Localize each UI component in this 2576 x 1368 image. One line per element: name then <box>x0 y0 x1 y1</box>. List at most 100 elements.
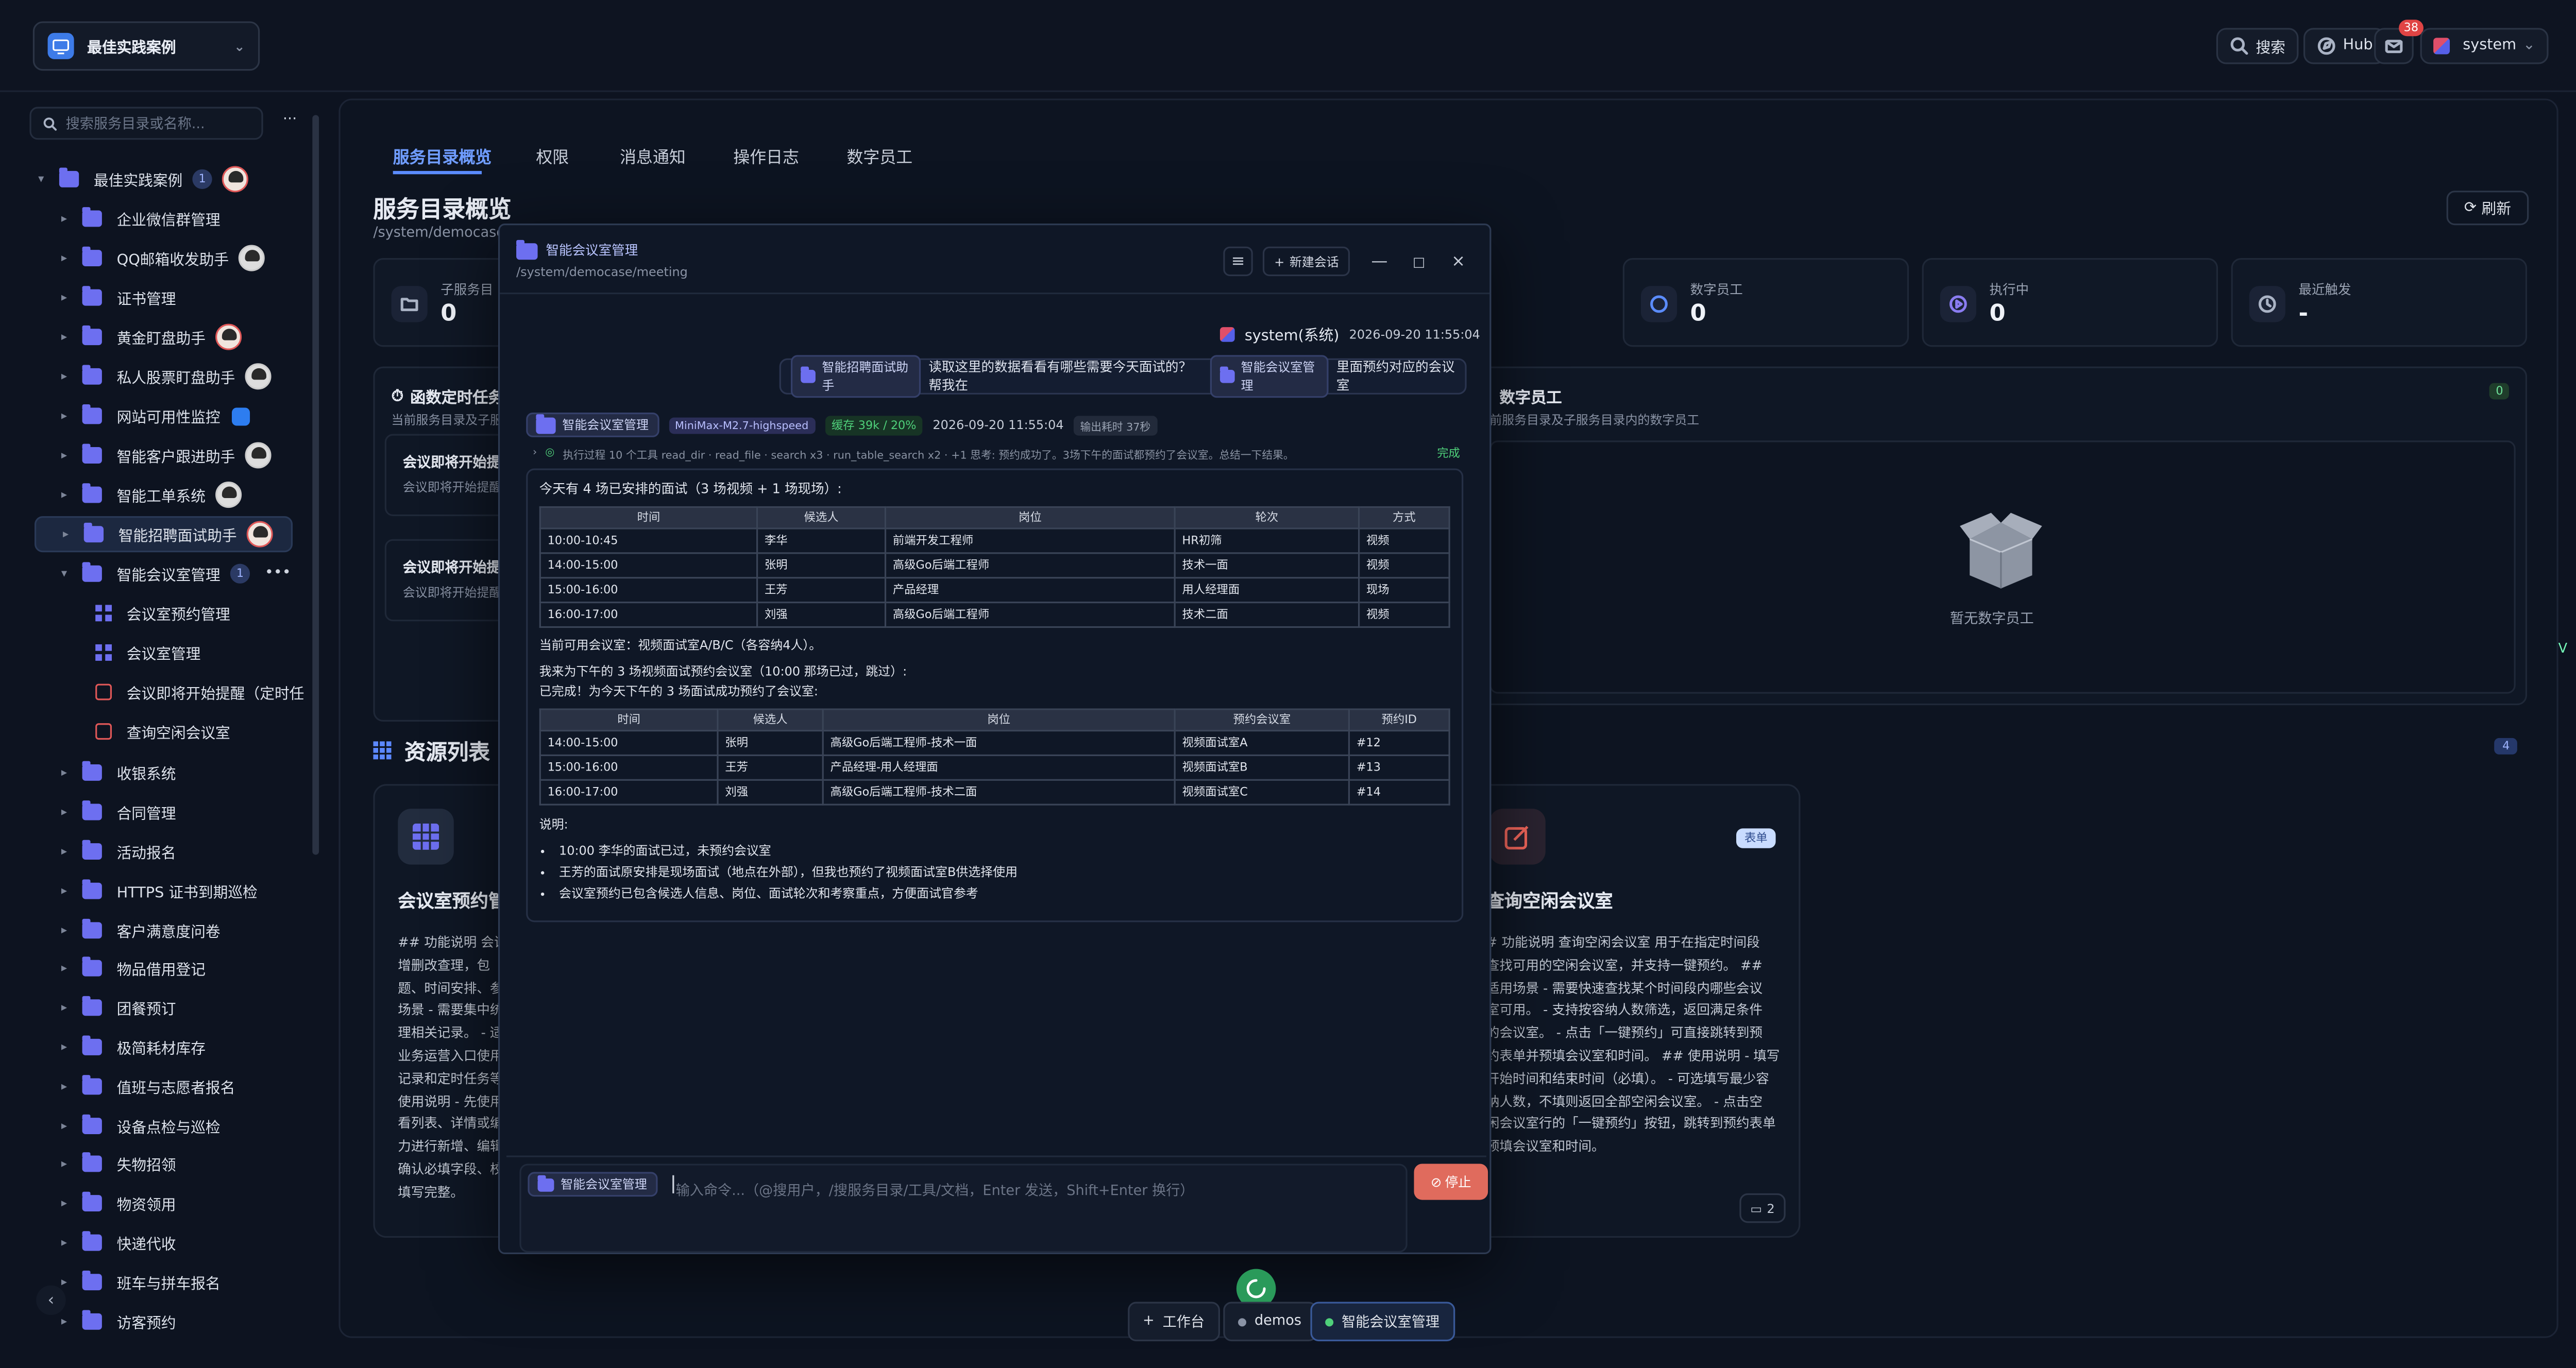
comments-button[interactable]: ▭ 2 <box>1739 1193 1786 1223</box>
tree-item[interactable]: ▸ QQ邮箱收发助手 <box>56 240 316 276</box>
assistant-chip: 智能会议室管理 <box>526 413 659 437</box>
refresh-button[interactable]: ⟳ 刷新 <box>2446 191 2529 226</box>
table-row: 16:00-17:00 刘强 高级Go后端工程师-技术二面 视频面试室C #14 <box>539 779 1450 806</box>
search-icon <box>2230 37 2248 55</box>
tab-permissions[interactable]: 权限 <box>536 143 569 167</box>
sidebar-search-input[interactable]: 搜索服务目录或名称... <box>29 107 263 140</box>
staff-panel-title: 数字员工 <box>1499 389 1562 408</box>
chat-window-title-row: 智能会议室管理 <box>516 239 638 260</box>
dock-workbench[interactable]: + 工作台 <box>1128 1302 1219 1342</box>
workspace-select[interactable]: 最佳实践案例 ⌄ <box>32 21 260 71</box>
tree-item[interactable]: ▸ 值班与志愿者报名 <box>56 1068 316 1104</box>
tree-item[interactable]: ▸ HTTPS 证书到期巡检 <box>56 873 316 909</box>
stat-label: 执行中 <box>1989 282 2029 298</box>
tree-item[interactable]: ▸ 活动报名 <box>56 833 316 869</box>
tab-digital-staff[interactable]: 数字员工 <box>847 143 913 167</box>
tree-root[interactable]: ▾ 最佳实践案例 1 <box>33 161 293 197</box>
close-button[interactable]: × <box>1444 247 1473 276</box>
tree-child[interactable]: 会议即将开始提醒（定时任 <box>95 674 319 710</box>
folder-icon <box>82 1231 102 1251</box>
table-icon <box>95 605 112 622</box>
tree-item[interactable]: ▸ 私人股票盯盘助手 <box>56 358 316 395</box>
folder-icon <box>82 562 102 582</box>
tree-item-label: 智能招聘面试助手 <box>118 528 237 545</box>
resource-card[interactable]: 表单 查询空闲会议室 # 功能说明 查询空闲会议室 用于在指定时间段 查找可用的… <box>1475 784 1801 1238</box>
tree-item[interactable]: ▸ 快递代收 <box>56 1225 316 1261</box>
tree-item[interactable]: ▸ 失物招领 <box>56 1145 316 1182</box>
tree-item-label: 设备点检与巡检 <box>116 1120 221 1137</box>
chat-input[interactable]: 智能会议室管理 输入命令...（@搜用户，/搜服务目录/工具/文档，Enter … <box>519 1164 1408 1253</box>
tree-child-label: 会议室预约管理 <box>126 607 230 624</box>
tree-item[interactable]: ▸ 证书管理 <box>56 280 316 316</box>
page-path: /system/democase/ <box>373 225 510 242</box>
tree-child[interactable]: 会议室预约管理 <box>95 595 319 631</box>
stop-button[interactable]: ⊘ 停止 <box>1414 1164 1488 1200</box>
available-rooms-text: 当前可用会议室：视频面试室A/B/C（各容纳4人）。 <box>539 638 822 653</box>
new-chat-button[interactable]: + 新建会话 <box>1262 246 1351 277</box>
table-row: 10:00-10:45 李华 前端开发工程师 HR初筛 视频 <box>539 527 1450 554</box>
tree-child[interactable]: 会议室管理 <box>95 635 319 671</box>
execution-summary[interactable]: › ◎ 执行过程 10 个工具 read_dir · read_file · s… <box>533 446 1463 462</box>
tree-item[interactable]: ▸ 班车与拼车报名 <box>56 1264 316 1300</box>
user-message-header: system(系统) 2026-09-20 11:55:04 <box>1219 324 1480 345</box>
stat-value: - <box>2298 301 2308 328</box>
tree-item[interactable]: ▸ 收银系统 <box>56 755 316 791</box>
tree-item[interactable]: ▸ 设备点检与巡检 <box>56 1108 316 1144</box>
devtools-toggle[interactable]: V <box>2558 641 2576 668</box>
chevron-down-icon: ⌄ <box>234 38 245 54</box>
tree-item-open[interactable]: ▾ 智能会议室管理 1 ••• <box>56 556 319 592</box>
table-cell: 产品经理 <box>884 577 1176 604</box>
tree-item[interactable]: ▸ 黄金盯盘助手 <box>56 319 316 355</box>
minimize-button[interactable]: — <box>1365 247 1394 276</box>
table-header: 方式 <box>1358 506 1450 529</box>
table-cell: 15:00-16:00 <box>539 577 758 604</box>
tree-child[interactable]: 查询空闲会议室 <box>95 713 319 749</box>
folder-icon <box>82 1035 102 1055</box>
tree-item[interactable]: ▸ 物品借用登记 <box>56 950 316 986</box>
tree-item[interactable]: ▸ 团餐预订 <box>56 989 316 1025</box>
sidebar-scrollbar[interactable] <box>312 115 319 855</box>
refresh-label: 刷新 <box>2481 202 2512 219</box>
tree-item-label: 私人股票盯盘助手 <box>116 370 235 387</box>
tab-overview[interactable]: 服务目录概览 <box>393 143 492 167</box>
folder-icon <box>82 1191 102 1211</box>
context-chip[interactable]: 智能会议室管理 <box>528 1172 657 1197</box>
tree-item[interactable]: ▸ 智能工单系统 <box>56 476 316 512</box>
table-cell: 刘强 <box>717 779 824 806</box>
catalog-mention-chip[interactable]: 智能会议室管理 <box>1210 355 1328 398</box>
new-chat-label: 新建会话 <box>1289 254 1339 269</box>
tab-notifications[interactable]: 消息通知 <box>620 143 686 167</box>
folder-icon <box>82 1075 102 1095</box>
tree-item[interactable]: ▸ 网站可用性监控 <box>56 398 316 434</box>
assistant-answer: 今天有 4 场已安排的面试（3 场视频 + 1 场现场）: 时间 候选人 岗位 … <box>526 468 1464 922</box>
status-dot <box>1325 1317 1334 1326</box>
tree-item[interactable]: ▸ 物资领用 <box>56 1185 316 1221</box>
avatar <box>245 363 272 390</box>
maximize-button[interactable]: □ <box>1404 247 1433 276</box>
more-options-button[interactable]: ··· <box>283 112 297 128</box>
avatar <box>245 442 272 469</box>
tree-item-selected[interactable]: ▸ 智能招聘面试助手 <box>35 516 293 553</box>
catalog-mention-chip[interactable]: 智能招聘面试助手 <box>791 355 921 398</box>
dock-demos[interactable]: demos <box>1223 1302 1316 1342</box>
more-icon[interactable]: ••• <box>265 566 291 582</box>
timer-panel-header: ⏱ 函数定时任务 <box>392 385 504 408</box>
tab-operation-log[interactable]: 操作日志 <box>733 143 799 167</box>
history-menu-button[interactable]: ≡ <box>1223 246 1253 277</box>
resource-list-header: 资源列表 <box>373 735 490 766</box>
tree-item[interactable]: ▸ 企业微信群管理 <box>56 200 316 236</box>
user-menu[interactable]: system ⌄ <box>2420 28 2549 64</box>
tree-item[interactable]: ▸ 访客预约 <box>56 1304 316 1340</box>
edit-form-icon <box>1489 809 1546 865</box>
dock-current-window[interactable]: 智能会议室管理 <box>1310 1302 1454 1342</box>
collapse-sidebar-button[interactable]: ‹ <box>36 1285 66 1315</box>
tree-item[interactable]: ▸ 智能客户跟进助手 <box>56 437 316 473</box>
tree-item[interactable]: ▸ 客户满意度问卷 <box>56 912 316 948</box>
tree-item[interactable]: ▸ 合同管理 <box>56 794 316 830</box>
count-badge: 1 <box>192 169 212 189</box>
search-button[interactable]: 搜索 <box>2216 28 2299 64</box>
tree-item[interactable]: ▸ 极简耗材库存 <box>56 1029 316 1065</box>
hub-button[interactable]: Hub <box>2303 28 2386 64</box>
timer-panel-title: 函数定时任务 <box>410 389 504 408</box>
table-cell: #14 <box>1348 779 1450 806</box>
